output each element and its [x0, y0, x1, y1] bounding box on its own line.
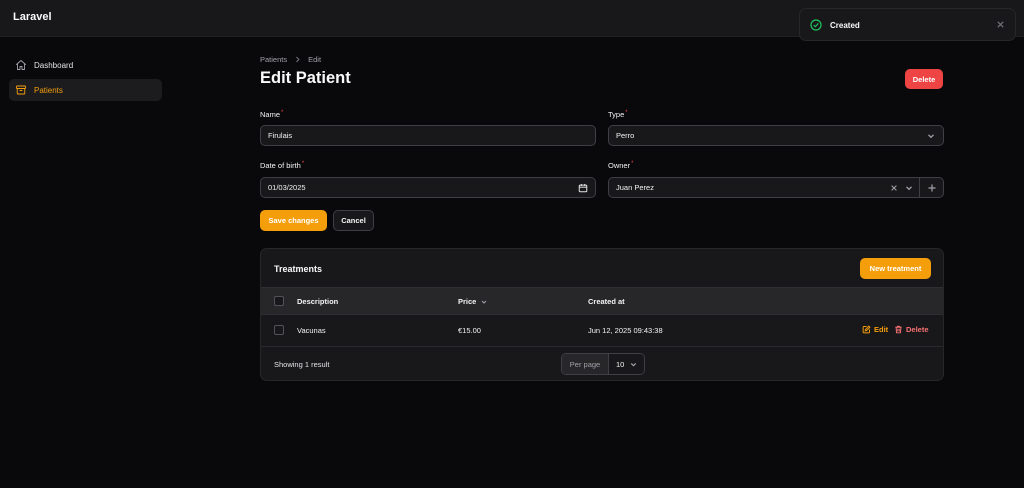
pencil-square-icon [862, 325, 871, 334]
required-mark: * [301, 161, 305, 167]
breadcrumb-current: Edit [308, 55, 322, 64]
home-icon [16, 60, 26, 70]
row-delete-action[interactable]: Delete [894, 325, 929, 334]
chevron-down-icon [928, 134, 934, 139]
calendar-icon[interactable] [578, 183, 588, 193]
toast-notification: Created [799, 8, 1016, 41]
column-created-at: Created at [588, 297, 625, 306]
per-page-label: Per page [562, 354, 609, 374]
name-input-value: Firulais [268, 131, 293, 140]
owner-select-value: Juan Perez [616, 183, 654, 192]
trash-icon [895, 325, 902, 334]
delete-button[interactable]: Delete [905, 69, 943, 89]
cancel-button[interactable]: Cancel [333, 210, 374, 231]
per-page-select[interactable]: Per page 10 [561, 353, 645, 375]
column-description: Description [297, 297, 339, 306]
cell-description: Vacunas [297, 326, 326, 335]
divider [919, 178, 920, 197]
treatments-title: Treatments [274, 264, 323, 274]
date-of-birth-input[interactable]: 01/03/2025 [260, 177, 596, 198]
row-edit-action[interactable]: Edit [862, 325, 888, 334]
type-select[interactable]: Perro [608, 125, 944, 146]
table-row: Vacunas €15.00 Jun 12, 2025 09:43:38 Edi… [261, 315, 943, 347]
sidebar-item-patients[interactable]: Patients [9, 79, 162, 101]
type-label: Type* [608, 110, 628, 119]
name-input[interactable]: Firulais [260, 125, 596, 146]
type-select-value: Perro [616, 131, 635, 140]
treatments-card: Treatments New treatment Description Pri… [260, 248, 944, 381]
clear-icon[interactable] [890, 184, 898, 192]
sidebar-item-dashboard[interactable]: Dashboard [9, 54, 162, 76]
chevron-down-icon [906, 186, 912, 191]
cell-created-at: Jun 12, 2025 09:43:38 [588, 326, 663, 335]
date-of-birth-label: Date of birth* [260, 161, 305, 170]
close-icon[interactable] [996, 20, 1005, 29]
required-mark: * [625, 110, 628, 116]
owner-select[interactable]: Juan Perez [608, 177, 944, 198]
name-label: Name* [260, 110, 284, 119]
archive-box-icon [16, 85, 26, 95]
brand-logo[interactable]: Laravel [13, 11, 52, 23]
plus-icon[interactable] [927, 183, 937, 193]
required-mark: * [281, 110, 284, 116]
new-treatment-button[interactable]: New treatment [860, 258, 931, 279]
table-header: Description Price Created at [261, 287, 943, 315]
column-price[interactable]: Price [458, 297, 488, 306]
pagination-summary: Showing 1 result [274, 360, 330, 369]
chevron-down-icon [630, 363, 637, 367]
save-changes-button[interactable]: Save changes [260, 210, 327, 231]
breadcrumb-link-patients[interactable]: Patients [260, 55, 287, 64]
toast-message: Created [830, 21, 860, 30]
owner-label: Owner* [608, 161, 634, 170]
cell-price: €15.00 [458, 326, 481, 335]
select-all-checkbox[interactable] [274, 296, 284, 306]
page-title: Edit Patient [260, 69, 351, 87]
row-checkbox[interactable] [274, 325, 284, 335]
sort-chevron-down-icon[interactable] [480, 298, 488, 306]
per-page-value[interactable]: 10 [609, 354, 644, 374]
chevron-right-icon [296, 56, 300, 63]
required-mark: * [631, 161, 634, 167]
sidebar-item-label: Patients [34, 85, 63, 95]
date-of-birth-value: 01/03/2025 [268, 183, 306, 192]
check-circle-icon [810, 19, 822, 31]
sidebar-item-label: Dashboard [34, 60, 74, 70]
breadcrumb: Patients Edit [260, 55, 321, 64]
